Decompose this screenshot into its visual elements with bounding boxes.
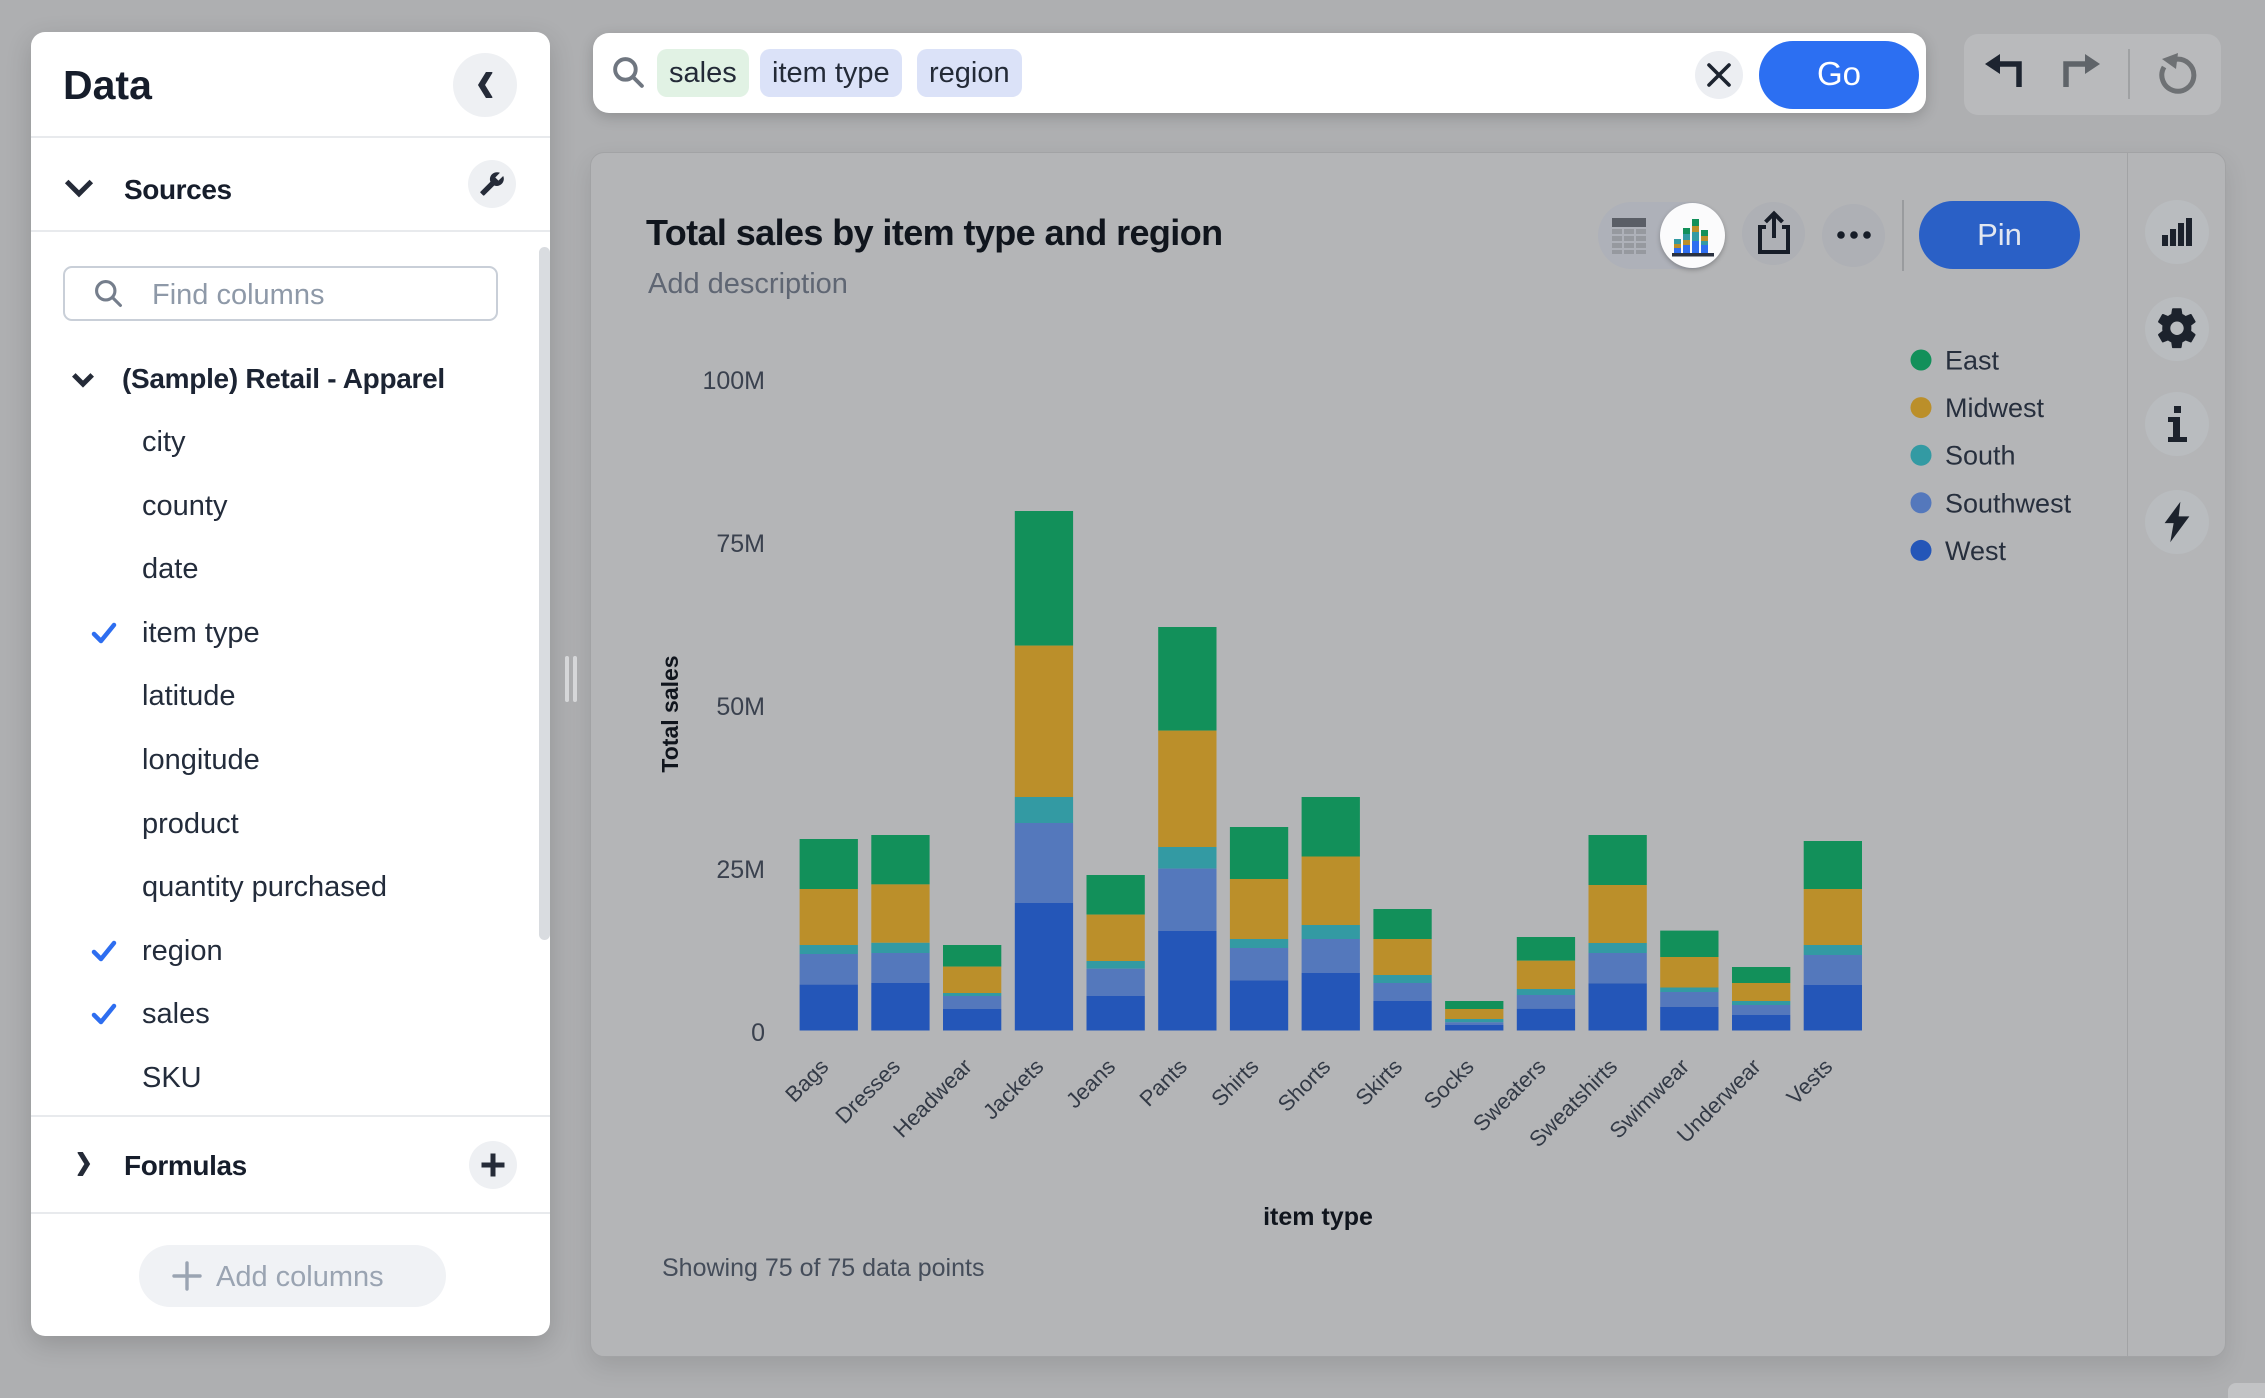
svg-text:0: 0 — [751, 1019, 765, 1047]
svg-text:Southwest: Southwest — [1945, 488, 2072, 518]
svg-text:item type: item type — [1263, 1203, 1373, 1231]
svg-text:Pants: Pants — [1134, 1054, 1191, 1111]
svg-text:Jeans: Jeans — [1061, 1054, 1120, 1113]
svg-text:Midwest: Midwest — [1945, 393, 2045, 423]
svg-text:Dresses: Dresses — [830, 1054, 905, 1129]
svg-text:Shorts: Shorts — [1273, 1054, 1336, 1117]
svg-text:Socks: Socks — [1419, 1054, 1479, 1114]
svg-text:Skirts: Skirts — [1350, 1054, 1407, 1111]
svg-text:50M: 50M — [716, 693, 765, 721]
svg-text:Headwear: Headwear — [888, 1054, 977, 1143]
svg-text:West: West — [1945, 536, 2007, 566]
svg-text:Total sales: Total sales — [657, 655, 683, 772]
svg-text:Showing 75 of 75 data points: Showing 75 of 75 data points — [662, 1254, 984, 1282]
svg-text:Shirts: Shirts — [1206, 1054, 1263, 1111]
svg-text:Bags: Bags — [780, 1054, 833, 1107]
svg-text:75M: 75M — [716, 530, 765, 558]
svg-text:Jackets: Jackets — [978, 1054, 1048, 1124]
svg-text:Vests: Vests — [1782, 1054, 1838, 1110]
svg-text:100M: 100M — [702, 367, 765, 395]
svg-text:East: East — [1945, 346, 2000, 376]
svg-text:South: South — [1945, 441, 2016, 471]
svg-text:25M: 25M — [716, 856, 765, 884]
